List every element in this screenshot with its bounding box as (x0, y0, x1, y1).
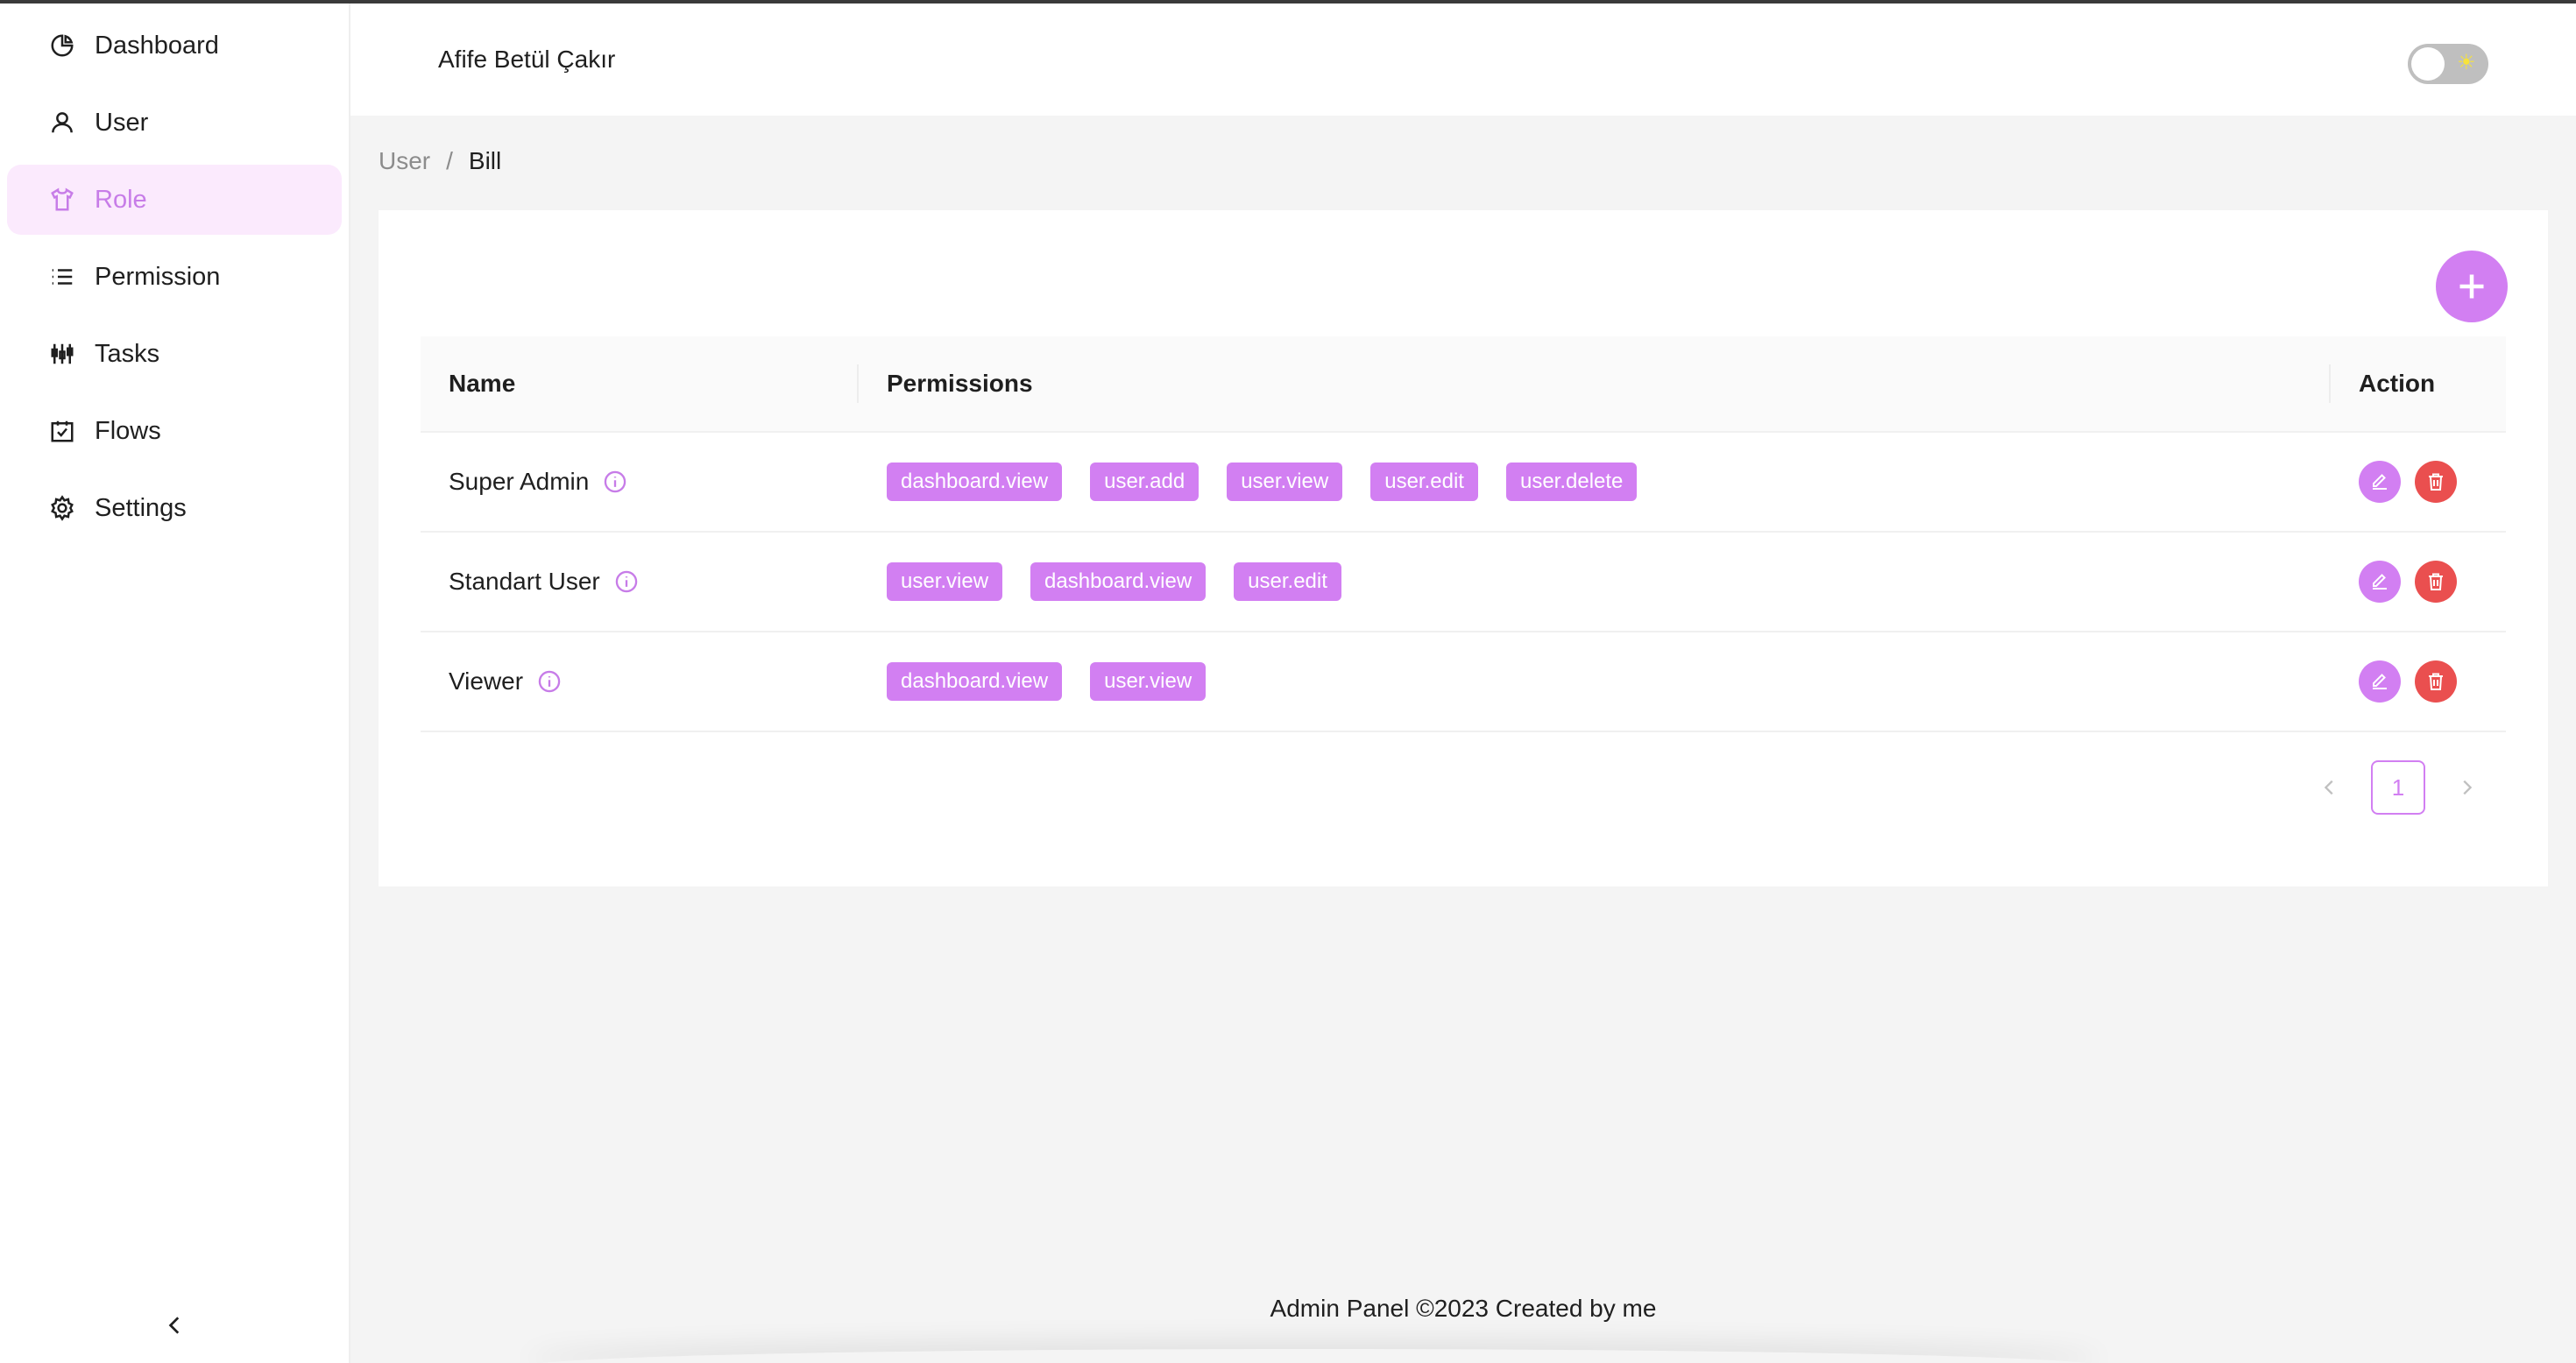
role-name: Super Admin (449, 468, 590, 495)
permissions-cell: user.view dashboard.view user.edit (859, 533, 2331, 631)
table-row: Super Admin dashboard.view user.add user… (421, 433, 2506, 533)
pagination-next-button[interactable] (2439, 760, 2494, 815)
roles-table: Name Permissions Action Super Admin dash… (421, 336, 2506, 732)
sidebar-item-label: Role (95, 185, 147, 214)
info-icon[interactable] (614, 569, 639, 594)
table-row: Viewer dashboard.view user.view (421, 632, 2506, 732)
sidebar-item-label: User (95, 108, 149, 137)
permission-tag: user.edit (1234, 562, 1341, 601)
theme-toggle[interactable]: ☀ (2408, 44, 2488, 84)
breadcrumb-item-current: Bill (468, 147, 502, 174)
chevron-right-icon (2463, 780, 2473, 795)
sidebar-collapse-button[interactable] (149, 1303, 202, 1347)
sidebar-item-label: Settings (95, 493, 187, 522)
sidebar: Dashboard User Role Permission Tasks Flo… (0, 0, 350, 1363)
delete-button[interactable] (2415, 461, 2457, 503)
permissions-cell: dashboard.view user.add user.view user.e… (859, 433, 2331, 531)
edit-button[interactable] (2359, 660, 2401, 703)
breadcrumb: User / Bill (379, 147, 501, 175)
permission-tag: dashboard.view (887, 662, 1063, 701)
chevron-left-icon (2324, 780, 2333, 795)
pagination-prev-button[interactable] (2303, 760, 2357, 815)
add-role-button[interactable] (2436, 251, 2508, 322)
trash-icon (2429, 573, 2443, 590)
sidebar-item-label: Tasks (95, 339, 160, 368)
header: Afife Betül Çakır ☀ (350, 4, 2576, 116)
delete-button[interactable] (2415, 561, 2457, 603)
list-icon (47, 262, 77, 292)
sidebar-item-settings[interactable]: Settings (7, 473, 342, 543)
pie-chart-icon (47, 31, 77, 60)
role-name-cell: Standart User (421, 533, 859, 631)
role-name: Viewer (449, 667, 524, 695)
permission-tag: user.edit (1370, 463, 1478, 501)
window-top-border (0, 0, 2576, 4)
pagination: 1 (2303, 760, 2494, 815)
sidebar-item-dashboard[interactable]: Dashboard (7, 11, 342, 81)
sidebar-item-role[interactable]: Role (7, 165, 342, 235)
action-cell (2331, 632, 2506, 731)
permission-tag: user.view (1090, 662, 1207, 701)
role-name: Standart User (449, 568, 600, 595)
sidebar-item-permission[interactable]: Permission (7, 242, 342, 312)
sidebar-item-label: Flows (95, 416, 161, 445)
sliders-icon (47, 339, 77, 369)
role-name-cell: Viewer (421, 632, 859, 731)
permission-tag: dashboard.view (887, 463, 1063, 501)
user-icon (47, 108, 77, 138)
sidebar-item-user[interactable]: User (7, 88, 342, 158)
column-header-name: Name (421, 336, 859, 431)
role-name-cell: Super Admin (421, 433, 859, 531)
info-icon[interactable] (603, 470, 627, 494)
footer: Admin Panel ©2023 Created by me (1270, 1295, 1657, 1322)
column-header-action: Action (2359, 370, 2436, 397)
breadcrumb-separator: / (446, 147, 453, 174)
sun-icon: ☀ (2457, 51, 2476, 74)
gear-icon (47, 493, 77, 523)
toggle-knob (2411, 47, 2445, 81)
sidebar-menu: Dashboard User Role Permission Tasks Flo… (7, 11, 342, 550)
roles-card: Name Permissions Action Super Admin dash… (379, 210, 2548, 886)
edit-icon (2373, 574, 2387, 590)
calendar-check-icon (47, 416, 77, 446)
table-row: Standart User user.view dashboard.view u… (421, 533, 2506, 632)
sidebar-item-label: Permission (95, 262, 221, 291)
footer-shadow (526, 1349, 2103, 1363)
table-header: Name Permissions Action (421, 336, 2506, 433)
edit-button[interactable] (2359, 561, 2401, 603)
sidebar-item-tasks[interactable]: Tasks (7, 319, 342, 389)
trash-icon (2429, 473, 2443, 491)
action-cell (2331, 533, 2506, 631)
column-header-permissions: Permissions (859, 336, 2331, 431)
pagination-page[interactable]: 1 (2371, 760, 2425, 815)
sidebar-item-flows[interactable]: Flows (7, 396, 342, 466)
permission-tag: user.add (1090, 463, 1200, 501)
permission-tag: user.delete (1505, 463, 1638, 501)
user-name: Afife Betül Çakır (438, 46, 616, 73)
chevron-left-icon (168, 1317, 180, 1334)
edit-button[interactable] (2359, 461, 2401, 503)
permission-tag: user.view (887, 562, 1003, 601)
plus-icon (2459, 274, 2484, 299)
permissions-cell: dashboard.view user.view (859, 632, 2331, 731)
trash-icon (2429, 673, 2443, 690)
shirt-icon (47, 185, 77, 215)
delete-button[interactable] (2415, 660, 2457, 703)
edit-icon (2373, 674, 2387, 689)
sidebar-item-label: Dashboard (95, 31, 219, 60)
action-cell (2331, 433, 2506, 531)
breadcrumb-item-user[interactable]: User (379, 147, 430, 175)
permission-tag: user.view (1227, 463, 1343, 501)
edit-icon (2373, 474, 2387, 490)
permission-tag: dashboard.view (1030, 562, 1207, 601)
info-icon[interactable] (537, 669, 562, 694)
